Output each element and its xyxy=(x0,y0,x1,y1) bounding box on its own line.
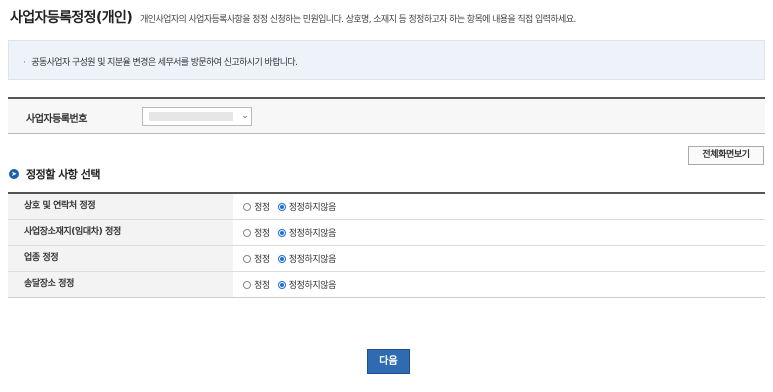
radio-label: 정정하지않음 xyxy=(288,229,337,239)
table-row: 송달장소 정정 정정 정정하지않음 xyxy=(8,272,765,297)
radio-group: 정정 정정하지않음 xyxy=(233,220,765,245)
radio-label: 정정하지않음 xyxy=(288,255,337,265)
page-description: 개인사업자의 사업자등록사항을 정정 신청하는 민원입니다. 상호명, 소재지 … xyxy=(140,15,576,25)
notice-box: 공동사업자 구성원 및 지분율 변경은 세무서를 방문하여 신고하시기 바랍니다… xyxy=(8,40,765,80)
row-label: 사업장소재지(임대차) 정정 xyxy=(8,220,233,245)
radio-dot-selected xyxy=(277,254,286,263)
radio-label: 정정 xyxy=(254,229,270,239)
row-label: 송달장소 정정 xyxy=(8,272,233,297)
radio-dot xyxy=(243,254,251,263)
fullscreen-button[interactable]: 전체화면보기 xyxy=(688,146,764,165)
radio-correct[interactable]: 정정 xyxy=(243,200,270,213)
radio-no-correct[interactable]: 정정하지않음 xyxy=(277,200,337,213)
next-button[interactable]: 다음 xyxy=(367,349,410,374)
radio-correct[interactable]: 정정 xyxy=(243,226,270,239)
section-title: 정정할 사항 선택 xyxy=(26,168,101,181)
radio-group: 정정 정정하지않음 xyxy=(233,272,765,297)
business-number-row: 사업자등록번호 ⌄ xyxy=(8,97,765,134)
radio-no-correct[interactable]: 정정하지않음 xyxy=(277,252,337,265)
radio-no-correct[interactable]: 정정하지않음 xyxy=(277,226,337,239)
business-number-label: 사업자등록번호 xyxy=(26,114,87,125)
radio-dot xyxy=(243,202,251,211)
radio-label: 정정 xyxy=(254,203,270,213)
radio-label: 정정 xyxy=(254,281,270,291)
radio-label: 정정하지않음 xyxy=(288,203,337,213)
radio-dot xyxy=(243,280,251,289)
radio-dot xyxy=(243,228,251,237)
table-row: 업종 정정 정정 정정하지않음 xyxy=(8,246,765,272)
chevron-down-icon: ⌄ xyxy=(241,111,249,121)
notice-item: 공동사업자 구성원 및 지분율 변경은 세무서를 방문하여 신고하시기 바랍니다… xyxy=(23,55,298,68)
radio-correct[interactable]: 정정 xyxy=(243,278,270,291)
radio-no-correct[interactable]: 정정하지않음 xyxy=(277,278,337,291)
page-title: 사업자등록정정(개인) xyxy=(10,10,133,26)
radio-dot-selected xyxy=(277,280,286,289)
radio-group: 정정 정정하지않음 xyxy=(233,246,765,271)
row-label: 상호 및 연락처 정정 xyxy=(8,194,233,219)
section-header: ➤ 정정할 사항 선택 xyxy=(9,166,101,182)
correction-table: 상호 및 연락처 정정 정정 정정하지않음 사업장소재지(임대차) 정정 정정 … xyxy=(8,192,765,298)
business-number-select[interactable]: ⌄ xyxy=(142,107,252,126)
business-number-value xyxy=(149,112,233,121)
table-row: 상호 및 연락처 정정 정정 정정하지않음 xyxy=(8,194,765,220)
radio-dot-selected xyxy=(277,202,286,211)
row-label: 업종 정정 xyxy=(8,246,233,271)
radio-group: 정정 정정하지않음 xyxy=(233,194,765,219)
page-header: 사업자등록정정(개인) 개인사업자의 사업자등록사항을 정정 신청하는 민원입니… xyxy=(10,7,576,29)
table-row: 사업장소재지(임대차) 정정 정정 정정하지않음 xyxy=(8,220,765,246)
radio-correct[interactable]: 정정 xyxy=(243,252,270,265)
arrow-circle-icon: ➤ xyxy=(9,169,19,179)
radio-label: 정정하지않음 xyxy=(288,281,337,291)
radio-label: 정정 xyxy=(254,255,270,265)
radio-dot-selected xyxy=(277,228,286,237)
